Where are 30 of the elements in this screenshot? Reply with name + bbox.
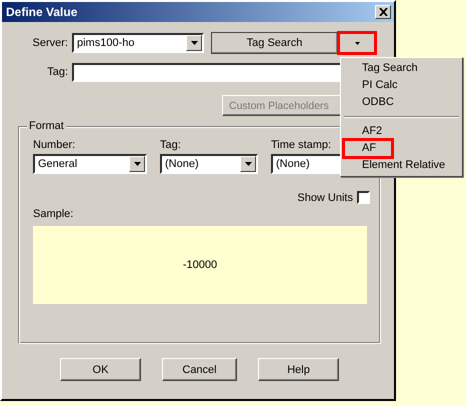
dialog-button[interactable]: OK [60,358,141,381]
menu-item[interactable]: AF2 [344,123,459,140]
format-dropdown[interactable]: (None) [160,154,258,174]
caret-icon [354,42,360,44]
dropdown-button[interactable] [338,32,376,54]
show-units-label: Show Units [297,192,353,204]
caret-icon [190,41,198,45]
group-title: Format [27,120,66,132]
field-label: Time stamp: [271,139,332,151]
close-button[interactable] [375,5,391,19]
tag-label: Tag: [46,66,69,78]
dialog-button[interactable]: Help [258,358,339,381]
caret-icon [244,162,252,166]
menu-item[interactable]: AF [344,140,392,157]
menu-item[interactable]: PI Calc [344,77,459,94]
close-icon [378,8,388,16]
show-units-checkbox[interactable] [357,191,370,204]
sample-value: -10000 [182,259,218,271]
menu-item[interactable]: ODBC [344,94,459,111]
tag-search-button[interactable]: Tag Search [211,32,338,54]
menu-item[interactable]: Tag Search [344,60,459,77]
format-dropdown[interactable]: General [33,154,147,174]
window-title: Define Value [6,5,78,19]
server-label: Server: [32,37,69,49]
caret-icon [134,162,140,166]
server-dropdown[interactable]: pims100-ho [72,33,204,53]
field-label: Number: [33,139,76,151]
dialog-button[interactable]: Cancel [162,358,237,381]
sample-label: Sample: [33,208,74,220]
field-label: Tag: [160,139,181,151]
